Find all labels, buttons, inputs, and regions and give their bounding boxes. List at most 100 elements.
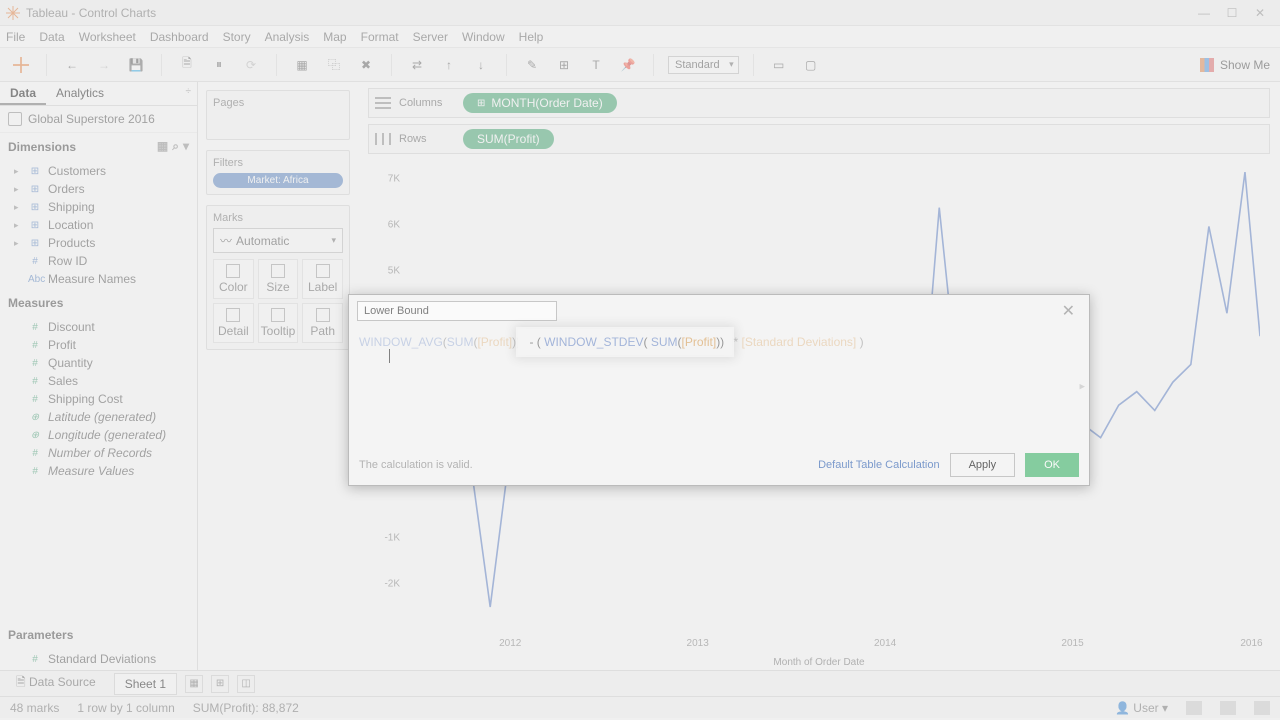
datasource-icon xyxy=(8,112,22,126)
marks-path[interactable]: Path xyxy=(302,303,343,343)
clear-button[interactable]: ✖ xyxy=(355,54,377,76)
window-title: Tableau - Control Charts xyxy=(26,6,1190,20)
forward-button[interactable]: → xyxy=(93,54,115,76)
status-view3[interactable] xyxy=(1254,701,1270,715)
default-table-calc-link[interactable]: Default Table Calculation xyxy=(818,459,939,471)
text-button[interactable]: T xyxy=(585,54,607,76)
field-measure-names[interactable]: AbcMeasure Names xyxy=(0,270,197,288)
new-datasource-button[interactable]: 🗎 xyxy=(176,54,198,76)
menu-window[interactable]: Window xyxy=(462,30,505,44)
save-button[interactable]: 💾 xyxy=(125,54,147,76)
field-num-records[interactable]: #Number of Records xyxy=(0,444,197,462)
cards-column: Pages Filters Market: Africa Marks 〰Auto… xyxy=(198,82,358,670)
sort-desc-button[interactable]: ↓ xyxy=(470,54,492,76)
menu-help[interactable]: Help xyxy=(519,30,544,44)
field-measure-values[interactable]: #Measure Values xyxy=(0,462,197,480)
show-me-button[interactable]: Show Me xyxy=(1200,58,1270,72)
field-shipping-cost[interactable]: #Shipping Cost xyxy=(0,390,197,408)
pages-card[interactable]: Pages xyxy=(206,90,350,140)
tab-data[interactable]: Data xyxy=(0,82,46,105)
columns-shelf[interactable]: Columns ⊞MONTH(Order Date) xyxy=(368,88,1270,118)
pin-button[interactable]: 📌 xyxy=(617,54,639,76)
marks-type-selector[interactable]: 〰Automatic xyxy=(213,228,343,253)
close-icon[interactable]: ✕ xyxy=(1056,301,1081,321)
highlight-button[interactable]: ✎ xyxy=(521,54,543,76)
filter-pill-market[interactable]: Market: Africa xyxy=(213,173,343,188)
menu-analysis[interactable]: Analysis xyxy=(265,30,310,44)
duplicate-button[interactable]: ⿻ xyxy=(323,54,345,76)
field-std-dev[interactable]: #Standard Deviations xyxy=(0,650,197,668)
field-profit[interactable]: #Profit xyxy=(0,336,197,354)
menu-dashboard[interactable]: Dashboard xyxy=(150,30,209,44)
new-worksheet-button[interactable]: ▦ xyxy=(291,54,313,76)
calc-formula-editor[interactable]: WINDOW_AVG(SUM([Profit])) - ( WINDOW_STD… xyxy=(349,327,1089,445)
marks-card: Marks 〰Automatic Color Size Label Detail… xyxy=(206,205,350,350)
presentation-button[interactable]: ▢ xyxy=(800,54,822,76)
field-customers[interactable]: ▸⊞Customers xyxy=(0,162,197,180)
tableau-icon[interactable] xyxy=(10,54,32,76)
menu-data[interactable]: Data xyxy=(39,30,64,44)
sort-asc-button[interactable]: ↑ xyxy=(438,54,460,76)
status-view2[interactable] xyxy=(1220,701,1236,715)
size-icon xyxy=(271,264,285,278)
field-longitude[interactable]: ⊕Longitude (generated) xyxy=(0,426,197,444)
marks-label[interactable]: Label xyxy=(302,259,343,299)
maximize-button[interactable]: ☐ xyxy=(1218,6,1246,20)
new-story-button[interactable]: ◫ xyxy=(237,675,255,693)
rows-pill[interactable]: SUM(Profit) xyxy=(463,129,554,149)
columns-pill[interactable]: ⊞MONTH(Order Date) xyxy=(463,93,617,113)
tab-datasource[interactable]: 🗎 Data Source xyxy=(6,670,106,697)
tab-sheet1[interactable]: Sheet 1 xyxy=(114,673,177,695)
field-sales[interactable]: #Sales xyxy=(0,372,197,390)
view-icon[interactable]: ▦ xyxy=(157,139,168,154)
marks-tooltip[interactable]: Tooltip xyxy=(258,303,299,343)
rows-icon xyxy=(375,133,391,145)
field-orders[interactable]: ▸⊞Orders xyxy=(0,180,197,198)
menu-server[interactable]: Server xyxy=(413,30,448,44)
marks-size[interactable]: Size xyxy=(258,259,299,299)
marks-detail[interactable]: Detail xyxy=(213,303,254,343)
tableau-logo-icon xyxy=(6,6,20,20)
new-dashboard-button[interactable]: ⊞ xyxy=(211,675,229,693)
datasource-item[interactable]: Global Superstore 2016 xyxy=(0,106,197,133)
back-button[interactable]: ← xyxy=(61,54,83,76)
field-location[interactable]: ▸⊞Location xyxy=(0,216,197,234)
status-view1[interactable] xyxy=(1186,701,1202,715)
ok-button[interactable]: OK xyxy=(1025,453,1079,477)
marks-color[interactable]: Color xyxy=(213,259,254,299)
swap-button[interactable]: ⇄ xyxy=(406,54,428,76)
menu-format[interactable]: Format xyxy=(361,30,399,44)
rows-shelf[interactable]: Rows SUM(Profit) xyxy=(368,124,1270,154)
field-latitude[interactable]: ⊕Latitude (generated) xyxy=(0,408,197,426)
minimize-button[interactable]: — xyxy=(1190,6,1218,20)
tooltip-icon xyxy=(271,308,285,322)
status-user[interactable]: 👤 User ▾ xyxy=(1115,701,1168,715)
menu-worksheet[interactable]: Worksheet xyxy=(79,30,136,44)
field-quantity[interactable]: #Quantity xyxy=(0,354,197,372)
tab-analytics[interactable]: Analytics xyxy=(46,82,114,105)
apply-button[interactable]: Apply xyxy=(950,453,1016,477)
search-icon[interactable]: ⌕ xyxy=(172,139,179,154)
menu-icon[interactable]: ▾ xyxy=(183,139,189,154)
menu-story[interactable]: Story xyxy=(223,30,251,44)
close-window-button[interactable]: ✕ xyxy=(1246,6,1274,20)
cards-button[interactable]: ▭ xyxy=(768,54,790,76)
group-button[interactable]: ⊞ xyxy=(553,54,575,76)
refresh-button[interactable]: ⟳ xyxy=(240,54,262,76)
tab-options[interactable]: ÷ xyxy=(180,82,198,105)
field-discount[interactable]: #Discount xyxy=(0,318,197,336)
fit-selector[interactable]: Standard xyxy=(668,56,739,74)
menu-file[interactable]: File xyxy=(6,30,25,44)
expand-icon[interactable]: ▸ xyxy=(1079,380,1085,393)
filters-card[interactable]: Filters Market: Africa xyxy=(206,150,350,195)
field-rowid[interactable]: #Row ID xyxy=(0,252,197,270)
x-axis: 2012 2013 2014 2015 2016 xyxy=(408,638,1260,652)
field-products[interactable]: ▸⊞Products xyxy=(0,234,197,252)
calc-name-input[interactable] xyxy=(357,301,557,321)
menu-map[interactable]: Map xyxy=(323,30,346,44)
path-icon xyxy=(316,308,330,322)
status-marks: 48 marks xyxy=(10,701,59,715)
field-shipping[interactable]: ▸⊞Shipping xyxy=(0,198,197,216)
pause-updates-button[interactable]: ⏸ xyxy=(208,54,230,76)
new-sheet-button[interactable]: ▦ xyxy=(185,675,203,693)
